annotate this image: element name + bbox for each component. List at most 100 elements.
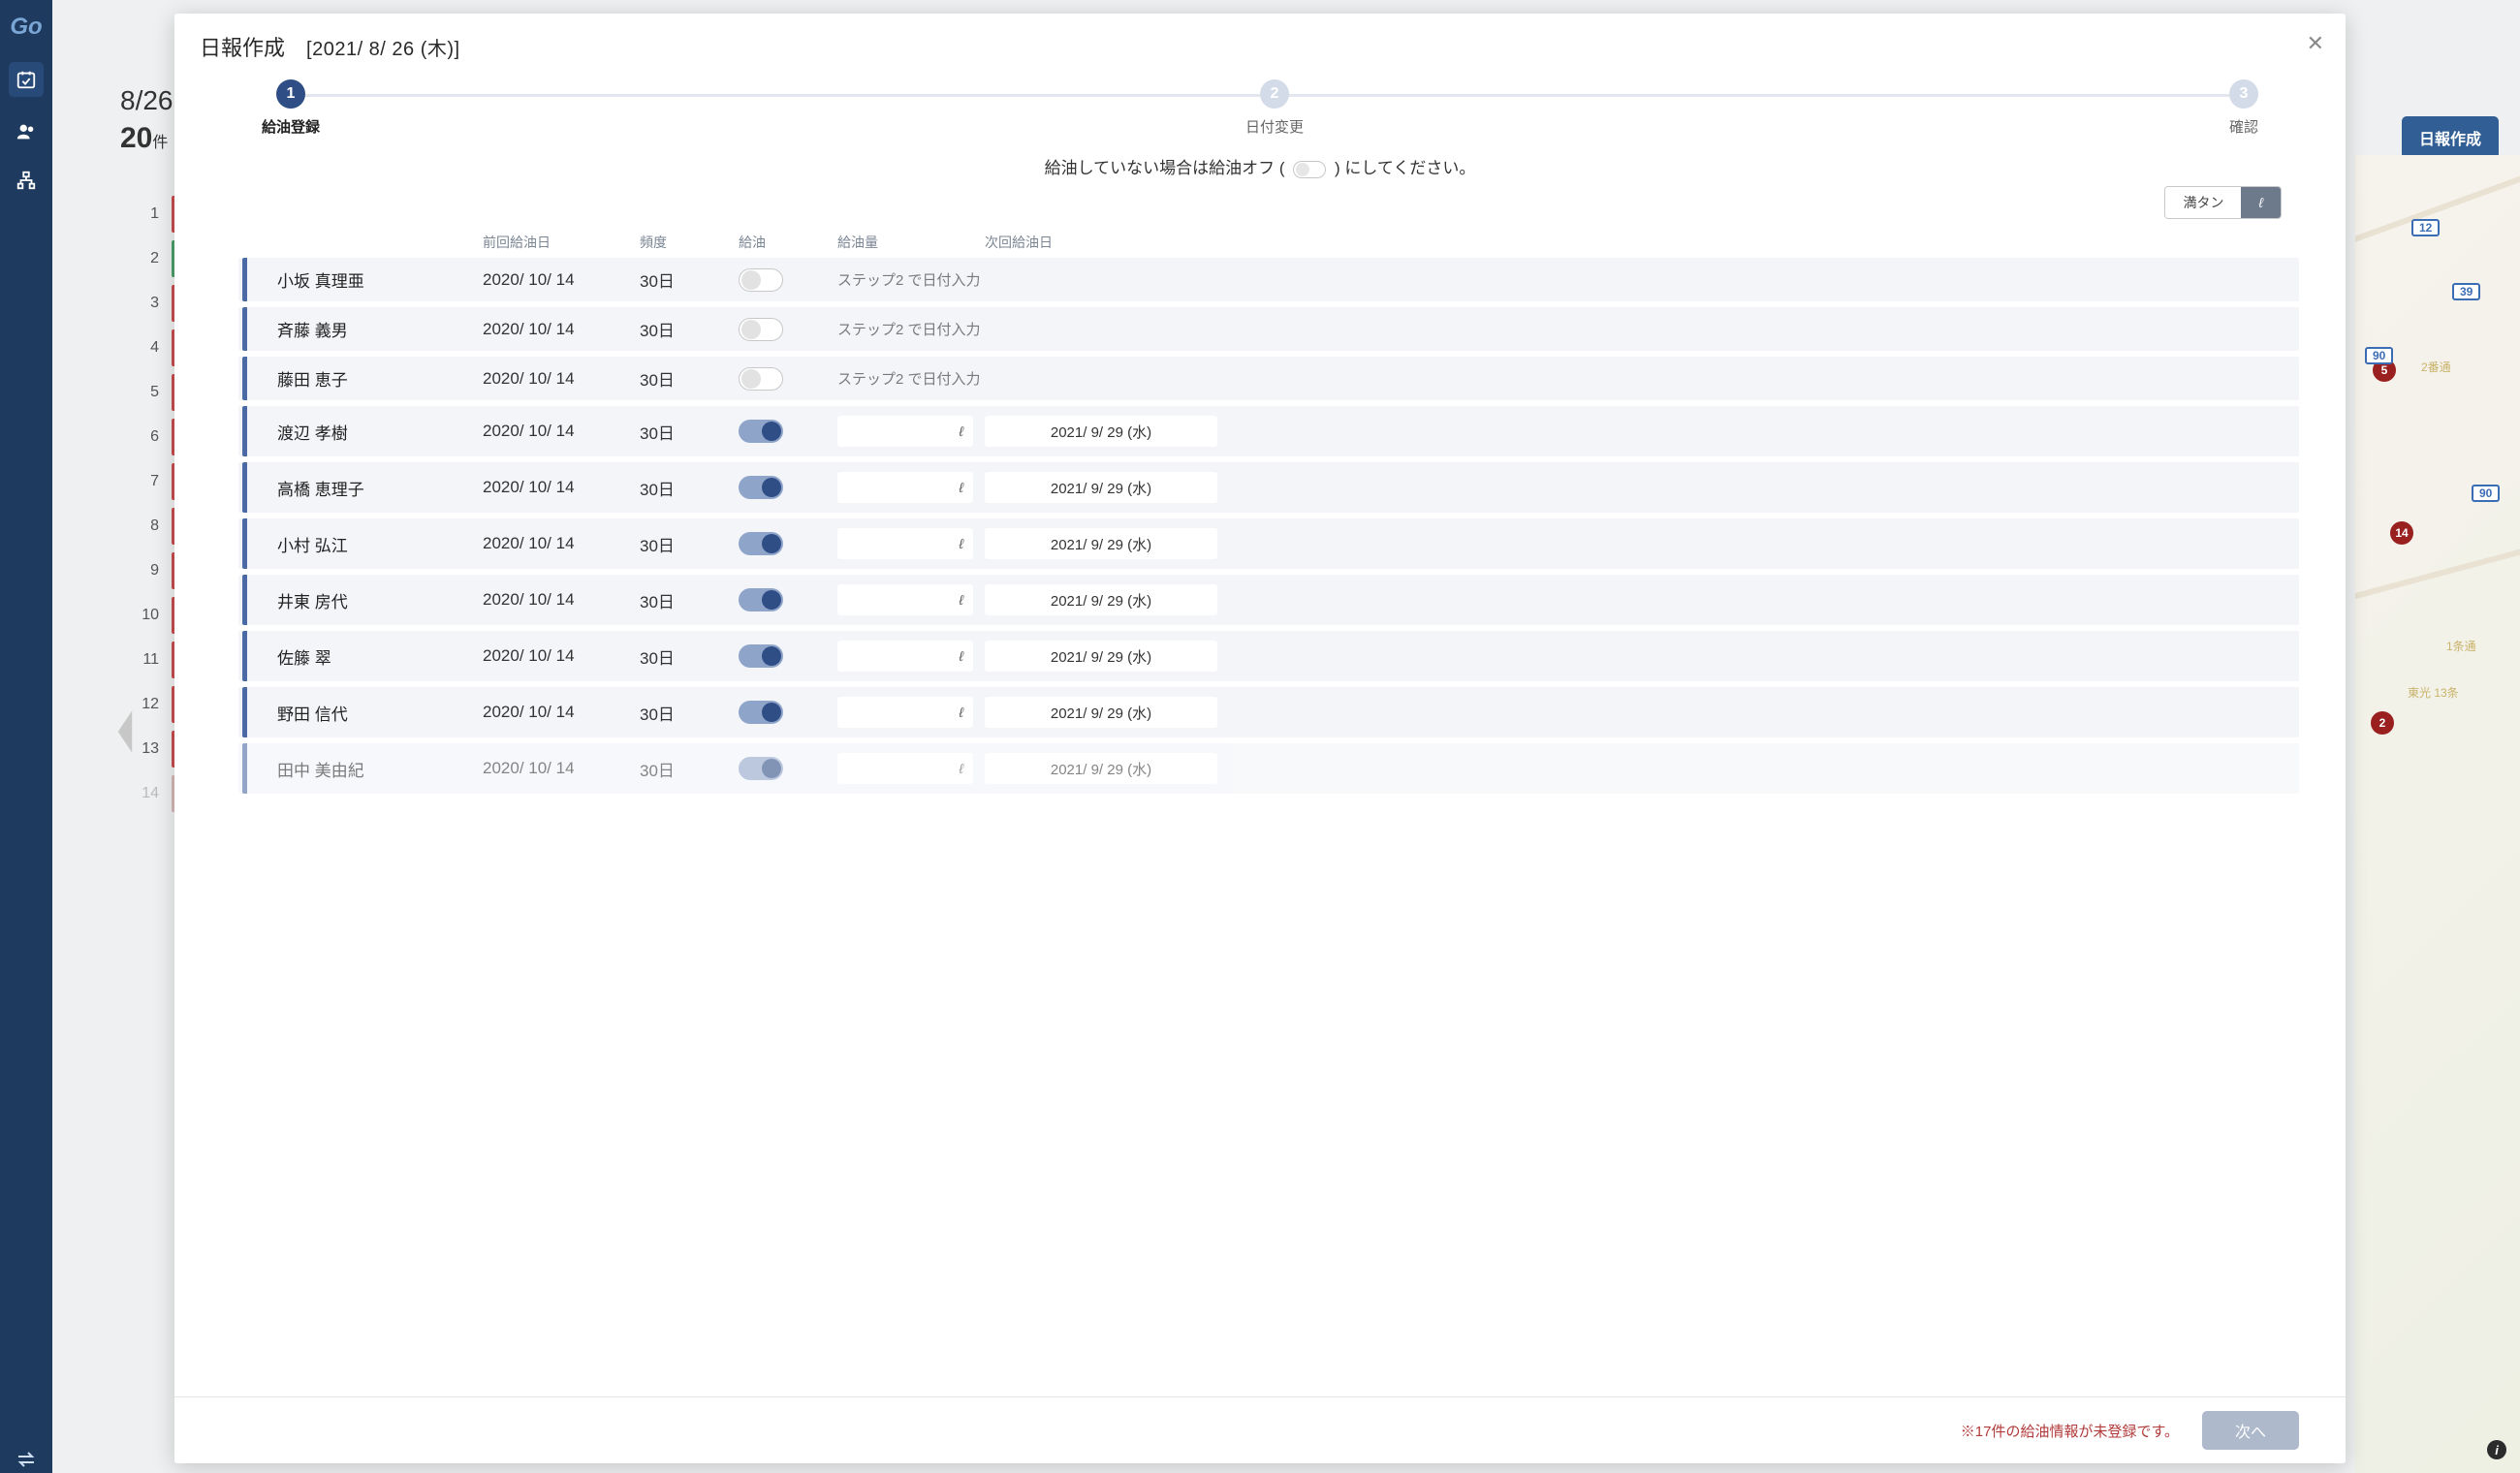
toggle-off-example <box>1293 161 1326 178</box>
next-button[interactable]: 次へ <box>2202 1411 2299 1450</box>
customer-name: 小村 弘江 <box>277 532 471 556</box>
table-row: 斉藤 義男 2020/ 10/ 14 30日 ステップ2 で日付入力 <box>238 307 2299 351</box>
last-date: 2020/ 10/ 14 <box>483 369 628 389</box>
step-number: 3 <box>2229 79 2258 109</box>
row-accent <box>242 258 247 301</box>
fuel-toggle[interactable] <box>739 318 783 341</box>
last-date: 2020/ 10/ 14 <box>483 703 628 722</box>
frequency: 30日 <box>640 317 727 341</box>
frequency: 30日 <box>640 267 727 292</box>
fuel-toggle[interactable] <box>739 757 783 780</box>
hint-post: ) にしてください。 <box>1335 159 1475 177</box>
fuel-toggle[interactable] <box>739 268 783 292</box>
fuel-toggle[interactable] <box>739 532 783 555</box>
last-date: 2020/ 10/ 14 <box>483 270 628 290</box>
customer-name: 斉藤 義男 <box>277 317 471 341</box>
amount-input[interactable]: ℓ <box>837 584 973 615</box>
step2-note: ステップ2 で日付入力 <box>837 319 1217 339</box>
step-number: 2 <box>1260 79 1289 109</box>
frequency: 30日 <box>640 476 727 500</box>
segment-full[interactable]: 満タン <box>2165 187 2241 218</box>
fuel-toggle[interactable] <box>739 420 783 443</box>
table-row: 小村 弘江 2020/ 10/ 14 30日 ℓ 2021/ 9/ 29 (水) <box>238 518 2299 569</box>
table-row: 渡辺 孝樹2020/ 10/ 1430日ℓ2021/ 9/ 29 (水) <box>238 406 2299 456</box>
last-date: 2020/ 10/ 14 <box>483 422 628 441</box>
warning-text: ※17件の給油情報が未登録です。 <box>1961 1421 2179 1441</box>
table-row: 野田 信代 2020/ 10/ 14 30日 ℓ 2021/ 9/ 29 (水) <box>238 687 2299 737</box>
stepper: 1 給油登録 2 日付変更 3 確認 <box>174 74 2346 141</box>
last-date: 2020/ 10/ 14 <box>483 590 628 610</box>
row-accent <box>242 575 247 625</box>
table-row: 佐籐 翠2020/ 10/ 1430日ℓ2021/ 9/ 29 (水) <box>238 631 2299 681</box>
amount-input[interactable]: ℓ <box>837 697 973 728</box>
customer-name: 佐籐 翠 <box>277 644 471 669</box>
row-accent <box>242 307 247 351</box>
customer-name: 藤田 恵子 <box>277 366 471 391</box>
last-date: 2020/ 10/ 14 <box>483 646 628 666</box>
fuel-toggle[interactable] <box>739 701 783 724</box>
table-row: 小坂 真理亜 2020/ 10/ 14 30日 ステップ2 で日付入力 <box>238 258 2299 301</box>
row-accent <box>242 357 247 400</box>
next-date-input[interactable]: 2021/ 9/ 29 (水) <box>985 416 1217 447</box>
frequency: 30日 <box>640 701 727 725</box>
last-date: 2020/ 10/ 14 <box>483 320 628 339</box>
next-date-input[interactable]: 2021/ 9/ 29 (水) <box>985 697 1217 728</box>
col-amount: 給油量 <box>837 233 973 252</box>
fuel-toggle[interactable] <box>739 588 783 611</box>
step2-note: ステップ2 で日付入力 <box>837 368 1217 389</box>
customer-name: 高橋 恵理子 <box>277 476 471 500</box>
step-label: 日付変更 <box>1245 116 1304 137</box>
col-on: 給油 <box>739 233 826 252</box>
segment-liter[interactable]: ℓ <box>2241 187 2281 218</box>
row-accent <box>242 687 247 737</box>
amount-input[interactable]: ℓ <box>837 528 973 559</box>
step[interactable]: 3 確認 <box>2229 79 2258 137</box>
instruction-text: 給油していない場合は給油オフ ( ) にしてください。 <box>174 141 2346 186</box>
step-label: 給油登録 <box>262 116 320 137</box>
row-accent <box>242 518 247 569</box>
table-row: 田中 美由紀2020/ 10/ 1430日ℓ2021/ 9/ 29 (水) <box>238 743 2299 794</box>
next-date-input[interactable]: 2021/ 9/ 29 (水) <box>985 472 1217 503</box>
frequency: 30日 <box>640 420 727 444</box>
frequency: 30日 <box>640 532 727 556</box>
table-wrap: 前回給油日 頻度 給油 給油量 次回給油日 小坂 真理亜 2020/ 10/ 14… <box>174 227 2346 1396</box>
next-date-input[interactable]: 2021/ 9/ 29 (水) <box>985 584 1217 615</box>
amount-input[interactable]: ℓ <box>837 416 973 447</box>
table-row: 高橋 恵理子 2020/ 10/ 14 30日 ℓ 2021/ 9/ 29 (水) <box>238 462 2299 513</box>
col-last: 前回給油日 <box>483 233 628 252</box>
last-date: 2020/ 10/ 14 <box>483 534 628 553</box>
step-label: 確認 <box>2229 116 2258 137</box>
frequency: 30日 <box>640 757 727 781</box>
amount-input[interactable]: ℓ <box>837 472 973 503</box>
next-date-input[interactable]: 2021/ 9/ 29 (水) <box>985 641 1217 672</box>
next-date-input[interactable]: 2021/ 9/ 29 (水) <box>985 753 1217 784</box>
next-date-input[interactable]: 2021/ 9/ 29 (水) <box>985 528 1217 559</box>
hint-pre: 給油していない場合は給油オフ ( <box>1045 159 1285 177</box>
fuel-toggle[interactable] <box>739 476 783 499</box>
step[interactable]: 2 日付変更 <box>1245 79 1304 137</box>
amount-input[interactable]: ℓ <box>837 753 973 784</box>
fuel-toggle[interactable] <box>739 644 783 668</box>
report-modal: 日報作成 [2021/ 8/ 26 (木)] ✕ 1 給油登録 2 日付変更 3 確認 給… <box>174 14 2346 1463</box>
close-icon[interactable]: ✕ <box>2307 31 2324 56</box>
modal-backdrop: 日報作成 [2021/ 8/ 26 (木)] ✕ 1 給油登録 2 日付変更 3 確認 給… <box>0 0 2520 1473</box>
row-accent <box>242 406 247 456</box>
step-number: 1 <box>276 79 305 109</box>
fuel-toggle[interactable] <box>739 367 783 391</box>
modal-header: 日報作成 [2021/ 8/ 26 (木)] ✕ <box>174 14 2346 74</box>
table-header: 前回給油日 頻度 給油 給油量 次回給油日 <box>238 227 2299 258</box>
customer-name: 田中 美由紀 <box>277 757 471 781</box>
last-date: 2020/ 10/ 14 <box>483 478 628 497</box>
row-accent <box>242 631 247 681</box>
modal-title: 日報作成 <box>200 31 285 62</box>
row-accent <box>242 462 247 513</box>
step2-note: ステップ2 で日付入力 <box>837 269 1217 290</box>
table: 前回給油日 頻度 給油 給油量 次回給油日 小坂 真理亜 2020/ 10/ 14… <box>238 227 2299 799</box>
customer-name: 野田 信代 <box>277 701 471 725</box>
row-accent <box>242 743 247 794</box>
step[interactable]: 1 給油登録 <box>262 79 320 137</box>
frequency: 30日 <box>640 588 727 612</box>
amount-input[interactable]: ℓ <box>837 641 973 672</box>
col-freq: 頻度 <box>640 233 727 252</box>
customer-name: 小坂 真理亜 <box>277 267 471 292</box>
